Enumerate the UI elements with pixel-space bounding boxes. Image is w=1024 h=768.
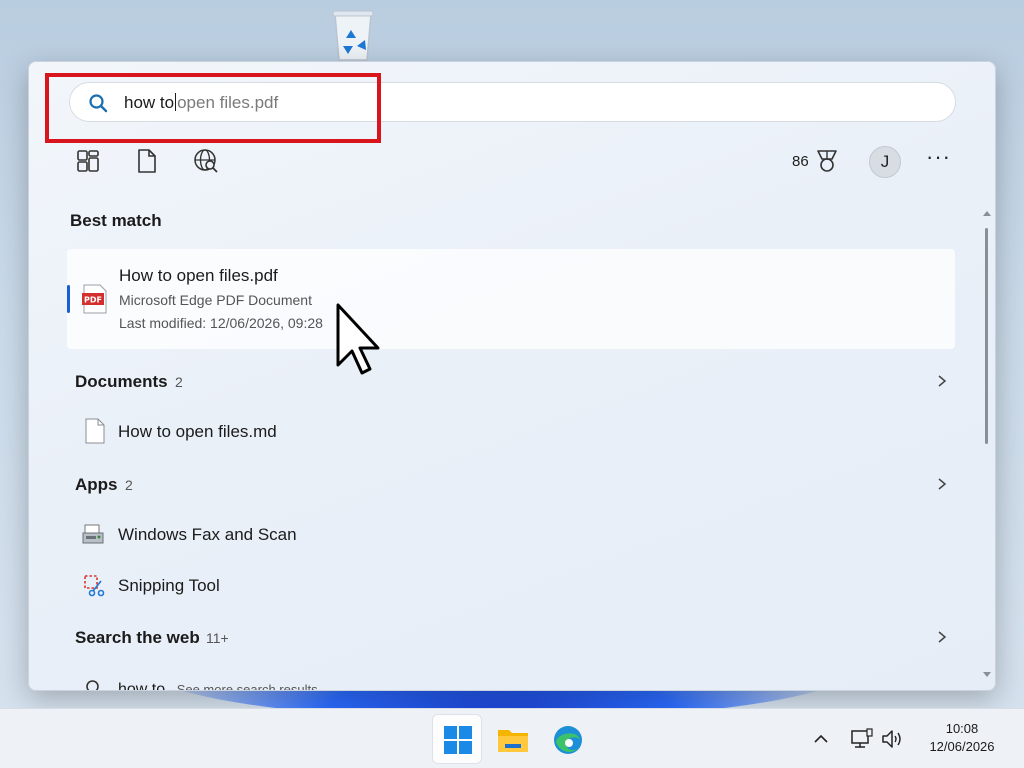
start-icon bbox=[444, 726, 472, 754]
trophy-icon[interactable] bbox=[814, 148, 840, 174]
best-match-heading: Best match bbox=[70, 211, 162, 230]
start-button[interactable] bbox=[432, 714, 482, 764]
clock-time: 10:08 bbox=[945, 721, 979, 736]
taskbar-clock[interactable]: 10:08 12/06/2026 bbox=[918, 720, 1006, 756]
search-web-heading[interactable]: Search the web bbox=[75, 628, 200, 648]
web-hint: - See more search results bbox=[165, 682, 318, 691]
filter-web-icon[interactable] bbox=[193, 148, 219, 174]
volume-icon[interactable] bbox=[880, 727, 904, 751]
best-match-type: Microsoft Edge PDF Document bbox=[119, 292, 312, 308]
annotation-highlight-box bbox=[45, 73, 381, 143]
scroll-down-arrow-icon[interactable] bbox=[982, 670, 992, 680]
filter-documents-icon[interactable] bbox=[134, 148, 160, 174]
web-query: how to bbox=[118, 681, 166, 691]
best-match-result[interactable]: PDF How to open files.pdf Microsoft Edge… bbox=[67, 249, 955, 349]
network-icon[interactable] bbox=[850, 727, 874, 751]
filter-apps-icon[interactable] bbox=[75, 148, 101, 174]
app-result-item[interactable]: Windows Fax and Scan bbox=[118, 525, 297, 545]
web-search-suggestion[interactable]: how to - See more search results bbox=[118, 681, 318, 691]
documents-heading[interactable]: Documents bbox=[75, 372, 168, 392]
document-result-item[interactable]: How to open files.md bbox=[118, 422, 277, 442]
fax-scan-icon bbox=[82, 524, 104, 544]
mouse-cursor-icon bbox=[336, 303, 380, 375]
pdf-icon: PDF bbox=[82, 284, 107, 314]
apps-heading[interactable]: Apps bbox=[75, 475, 118, 495]
documents-count: 2 bbox=[175, 374, 183, 390]
apps-count: 2 bbox=[125, 477, 133, 493]
scroll-up-arrow-icon[interactable] bbox=[982, 208, 992, 218]
chevron-right-icon[interactable] bbox=[935, 374, 949, 388]
search-web-count: 11+ bbox=[206, 630, 229, 646]
document-icon bbox=[85, 418, 105, 444]
svg-text:PDF: PDF bbox=[84, 296, 102, 305]
rewards-points: 86 bbox=[792, 153, 809, 170]
avatar[interactable]: J bbox=[869, 146, 901, 178]
chevron-up-icon[interactable] bbox=[813, 731, 829, 747]
snipping-tool-icon bbox=[84, 575, 105, 597]
app-result-item[interactable]: Snipping Tool bbox=[118, 576, 220, 596]
recycle-bin-icon[interactable] bbox=[329, 8, 377, 62]
chevron-right-icon[interactable] bbox=[935, 477, 949, 491]
taskbar: 10:08 12/06/2026 bbox=[0, 708, 1024, 768]
best-match-title: How to open files.pdf bbox=[119, 266, 278, 285]
more-options-button[interactable]: ··· bbox=[926, 146, 952, 174]
scrollbar-thumb[interactable] bbox=[985, 228, 988, 444]
chevron-right-icon[interactable] bbox=[935, 630, 949, 644]
clock-date: 12/06/2026 bbox=[929, 739, 995, 754]
selection-indicator bbox=[67, 285, 70, 313]
edge-icon[interactable] bbox=[552, 724, 584, 756]
best-match-modified: Last modified: 12/06/2026, 09:28 bbox=[119, 315, 323, 331]
start-search-panel: how to open files.pdf 86 J ··· Best match… bbox=[28, 61, 996, 691]
search-icon bbox=[86, 680, 99, 690]
file-explorer-icon[interactable] bbox=[497, 724, 529, 756]
